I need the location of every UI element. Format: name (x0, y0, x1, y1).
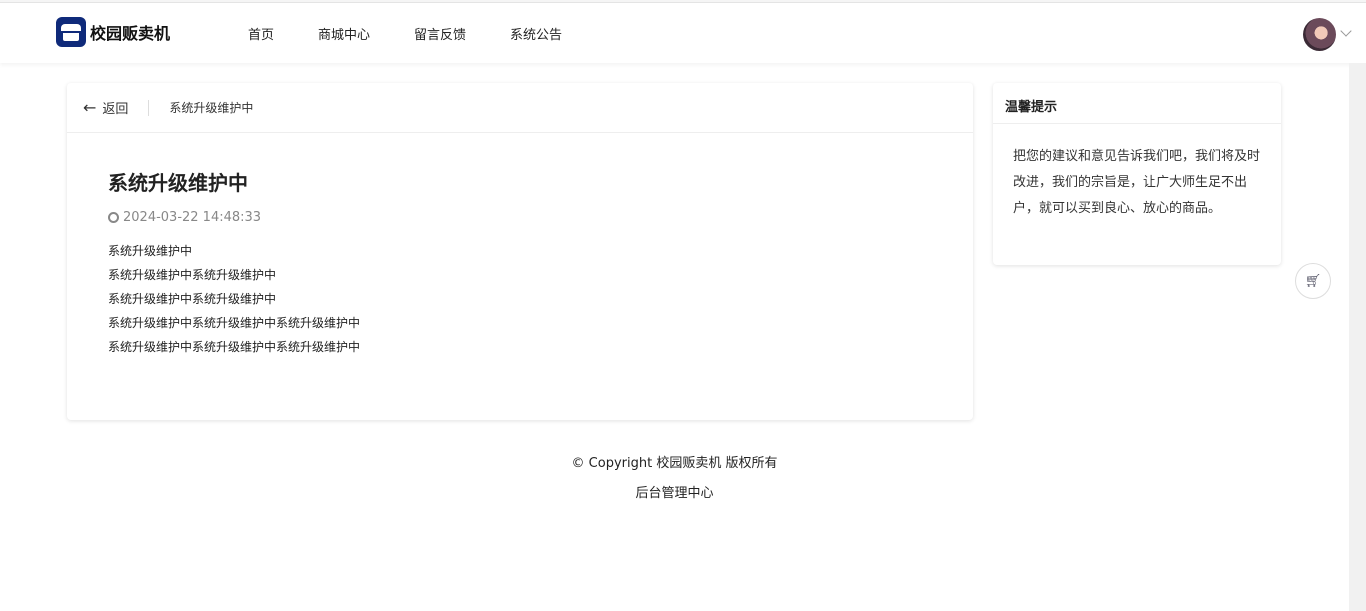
publish-time-text: 2024-03-22 14:48:33 (123, 210, 262, 225)
tips-title: 温馨提示 (993, 83, 1281, 124)
footer: © Copyright 校园贩卖机 版权所有 后台管理中心 (0, 452, 1349, 512)
announcement-card: ← 返回 系统升级维护中 系统升级维护中 2024-03-22 14:48:33… (67, 83, 973, 420)
user-avatar[interactable] (1303, 18, 1336, 51)
clock-icon (108, 212, 119, 223)
cart-button[interactable]: 🛒︎ (1295, 263, 1331, 299)
main-nav: 首页 商城中心 留言反馈 系统公告 (248, 24, 606, 43)
content-line: 系统升级维护中系统升级维护中 (108, 292, 277, 306)
publish-time: 2024-03-22 14:48:33 (108, 210, 932, 225)
nav-mall[interactable]: 商城中心 (318, 24, 370, 43)
page-title: 系统升级维护中 (108, 171, 248, 195)
copyright: © Copyright 校园贩卖机 版权所有 (571, 456, 778, 471)
back-label: 返回 (102, 102, 129, 117)
breadcrumb: ← 返回 系统升级维护中 (67, 83, 973, 133)
top-header: 校园贩卖机 首页 商城中心 留言反馈 系统公告 (0, 3, 1366, 63)
divider (148, 99, 150, 116)
article-content: 系统升级维护中 系统升级维护中系统升级维护中 系统升级维护中系统升级维护中 系统… (108, 239, 932, 359)
tips-text: 把您的建议和意见告诉我们吧，我们将及时改进，我们的宗旨是，让广大师生足不出户，就… (1013, 149, 1261, 216)
nav-home[interactable]: 首页 (248, 24, 274, 43)
arrow-left-icon: ← (83, 98, 97, 117)
store-icon (56, 17, 86, 47)
scrollbar[interactable] (1349, 63, 1366, 611)
nav-feedback[interactable]: 留言反馈 (414, 24, 466, 43)
content-line: 系统升级维护中系统升级维护中系统升级维护中 (108, 316, 361, 330)
brand-name: 校园贩卖机 (90, 24, 171, 43)
admin-link[interactable]: 后台管理中心 (0, 482, 1349, 512)
content-line: 系统升级维护中系统升级维护中 (108, 268, 277, 282)
content-line: 系统升级维护中系统升级维护中系统升级维护中 (108, 340, 361, 354)
content-line: 系统升级维护中 (108, 244, 193, 258)
nav-announcements[interactable]: 系统公告 (510, 24, 562, 43)
chevron-down-icon[interactable] (1340, 25, 1352, 37)
brand-logo[interactable]: 校园贩卖机 (56, 17, 170, 47)
cart-icon: 🛒︎ (1304, 273, 1322, 289)
back-button[interactable]: ← 返回 (83, 98, 128, 117)
breadcrumb-current: 系统升级维护中 (169, 101, 254, 115)
tips-card: 温馨提示 把您的建议和意见告诉我们吧，我们将及时改进，我们的宗旨是，让广大师生足… (993, 83, 1281, 265)
